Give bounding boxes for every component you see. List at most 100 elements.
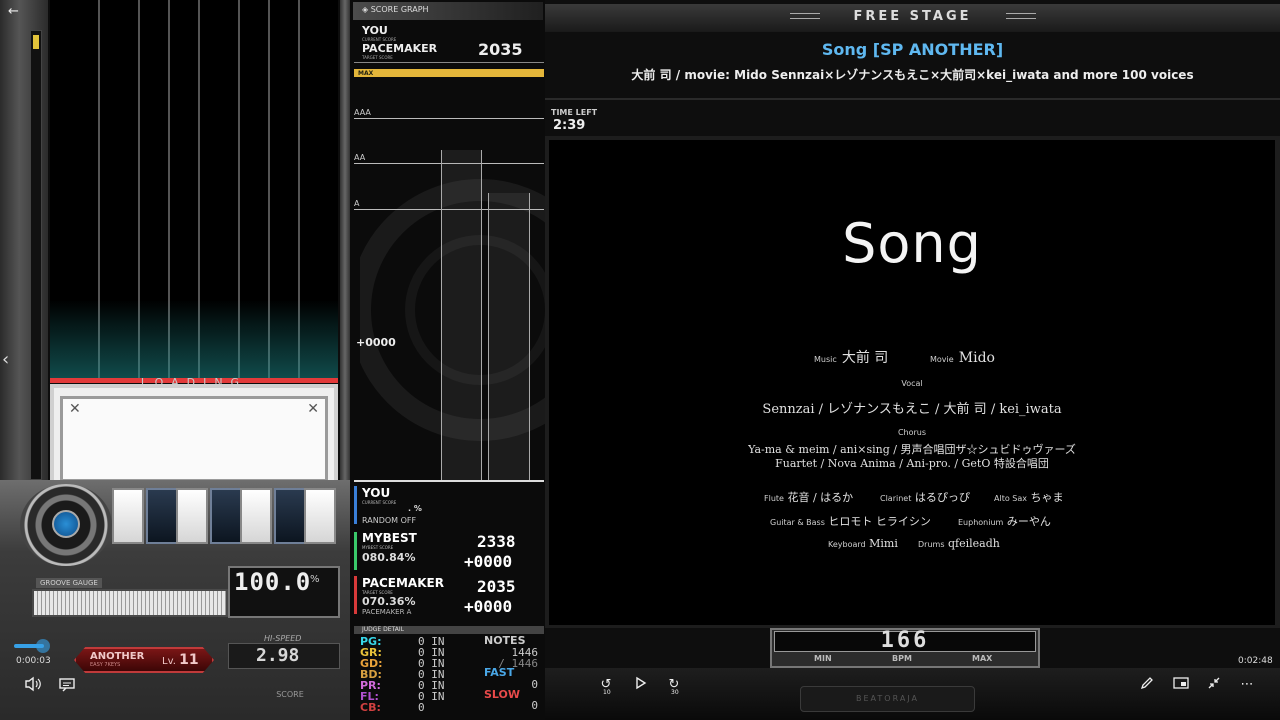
you-sub: CURRENT SCORE (362, 500, 397, 505)
groove-unit: % (310, 574, 320, 585)
judge-label: CB: (360, 701, 381, 714)
divider (545, 98, 1280, 100)
rewind-icon[interactable]: ↺ 10 (596, 676, 616, 696)
drums-value: qfeileadh (947, 537, 1000, 550)
mybest-score: 2338 (477, 532, 516, 551)
level-value: 11 (179, 652, 199, 668)
side-progress-fill (33, 35, 39, 49)
guitar-value: ヒロモト ヒライシン (828, 515, 931, 528)
mybest-color-bar (354, 532, 357, 570)
side-progress-gauge (30, 30, 42, 480)
brand-logo: BEATORAJA (856, 694, 919, 703)
time-left-label: TIME LEFT (551, 108, 598, 117)
graph-pacemaker-label: PACEMAKER (362, 42, 438, 55)
judge-detail-title: JUDGE DETAIL (362, 626, 404, 633)
graph-max-bar (354, 69, 544, 77)
difficulty-sub: EASY 7KEYS (90, 662, 121, 668)
movie-value: Mido (958, 350, 995, 366)
minimize-icon[interactable] (1204, 676, 1224, 694)
flute-label: Flute (764, 494, 784, 503)
score-graph-title: ◈ SCORE GRAPH (362, 5, 429, 14)
keyboard-value: Mimi (869, 537, 898, 550)
grade-label-a: A (354, 199, 360, 208)
credit-euphonium: Euphonium みーやん (958, 513, 1051, 529)
bpm-max-label: MAX (972, 654, 993, 663)
song-title: Song [SP ANOTHER] (821, 40, 1004, 59)
hispeed-value: 2.98 (256, 645, 300, 666)
loading-inner-box: ✕ ✕ (60, 396, 328, 482)
video-progress-knob[interactable] (36, 639, 50, 653)
you-pct: . % (408, 504, 422, 513)
video-duration: 0:02:48 (1238, 656, 1273, 666)
mybest-label: MYBEST (362, 531, 417, 545)
score-graph-title-text: SCORE GRAPH (370, 5, 429, 14)
key-4 (210, 488, 242, 544)
slow-value: 0 (531, 699, 538, 712)
level-label: Lv. (162, 656, 176, 667)
graph-pacemaker-sub: TARGET SCORE (362, 55, 393, 60)
grade-label-aa: AA (354, 153, 366, 162)
bpm-label: BPM (892, 654, 912, 663)
key-6 (274, 488, 306, 544)
drums-label: Drums (918, 540, 945, 549)
chorus-label: Chorus (897, 428, 927, 437)
you-label: YOU (362, 486, 391, 500)
chorus-line-2: Fuartet / Nova Anima / Ani-pro. / GetO 特… (775, 457, 1049, 470)
credit-flute: Flute 花音 / はるか (764, 489, 853, 505)
graph-column-mybest (488, 193, 530, 480)
flute-value: 花音 / はるか (787, 491, 854, 504)
pacemaker-label: PACEMAKER (362, 576, 444, 590)
keyboard-label: Keyboard (828, 540, 866, 549)
bga-song-title: Song (842, 212, 982, 275)
graph-pacemaker-value: 2035 (478, 40, 523, 59)
rewind-seconds: 10 (603, 689, 611, 696)
time-left-value: 2:39 (553, 118, 586, 133)
groove-gauge-bar (32, 589, 228, 617)
turntable-center (52, 510, 80, 538)
hispeed-label: HI-SPEED (264, 634, 302, 643)
clarinet-label: Clarinet (880, 494, 912, 503)
pacemaker-pct: 070.36% (362, 595, 416, 608)
mybest-sub: MYBEST SCORE (362, 545, 394, 550)
pacemaker-target: PACEMAKER A (362, 608, 412, 616)
pacemaker-diff: +0000 (464, 597, 513, 616)
difficulty-level: Lv. 11 (162, 652, 199, 668)
play-icon[interactable] (630, 676, 650, 694)
pip-icon[interactable] (1171, 676, 1191, 694)
graph-max-label: MAX (358, 70, 374, 77)
pen-icon[interactable] (1137, 676, 1157, 694)
credit-guitar: Guitar & Bass ヒロモト ヒライシン (770, 513, 931, 529)
grade-label-aaa: AAA (354, 108, 371, 117)
vocal-label: Vocal (901, 379, 923, 388)
music-label: Music (814, 355, 837, 364)
forward-icon[interactable]: ↻ 30 (664, 676, 684, 696)
chevron-left-icon[interactable]: ‹ (2, 349, 16, 371)
score-plate: SCORE (276, 690, 304, 699)
movie-label: Movie (930, 355, 954, 364)
difficulty-name: ANOTHER (90, 651, 145, 662)
volume-icon[interactable] (24, 676, 42, 692)
altosax-label: Alto Sax (994, 494, 1027, 503)
key-2 (146, 488, 178, 544)
graph-diff-zero: +0000 (356, 336, 396, 349)
graph-column-pacemaker (441, 150, 482, 480)
pacemaker-color-bar (354, 576, 357, 614)
vocal-value: Sennzai / レゾナンスもえこ / 大前 司 / kei_iwata (762, 402, 1062, 417)
graph-baseline (354, 480, 544, 482)
euph-label: Euphonium (958, 518, 1004, 527)
credit-keyboard: Keyboard Mimi (828, 537, 898, 550)
corner-x-icon: ✕ (307, 401, 319, 417)
more-options-icon[interactable]: ⋯ (1237, 676, 1257, 694)
bpm-value: 166 (880, 628, 930, 653)
credit-clarinet: Clarinet はるぴっぴ (880, 489, 970, 505)
mybest-pct: 080.84% (362, 551, 416, 564)
judge-value: 0 (418, 701, 425, 714)
captions-icon[interactable] (58, 676, 76, 692)
stage-title: FREE STAGE (853, 9, 972, 24)
lane-glow (50, 300, 338, 380)
key-1 (112, 488, 144, 544)
you-option: RANDOM OFF (362, 516, 417, 525)
back-arrow-icon[interactable]: ← (8, 4, 24, 20)
groove-gauge-label: GROOVE GAUGE (36, 578, 102, 588)
credit-movie: Movie Mido (930, 347, 995, 366)
